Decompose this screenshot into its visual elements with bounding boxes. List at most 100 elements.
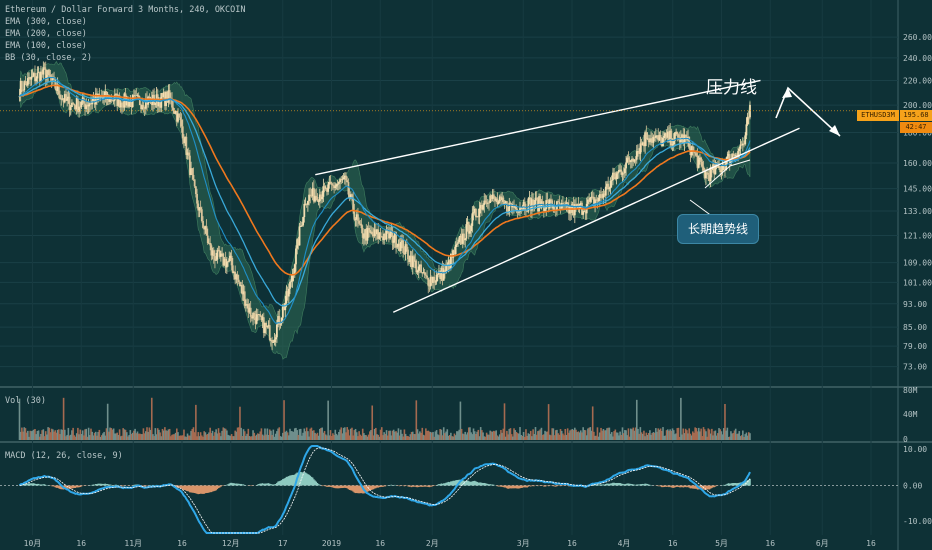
candle-body	[287, 288, 290, 297]
candle-body	[199, 207, 202, 210]
candle-body	[66, 98, 69, 101]
x-tick-label: 12月	[222, 539, 240, 548]
candle-body	[293, 264, 296, 274]
candle-body	[72, 102, 75, 104]
candle-body	[417, 266, 420, 271]
candle-body	[482, 204, 484, 210]
x-tick-label: 11月	[124, 539, 142, 548]
candle-body	[178, 113, 181, 118]
legend-bb[interactable]: BB (30, close, 2)	[5, 52, 246, 64]
volume-bar	[749, 433, 751, 440]
y-tick-label: 85.00	[903, 323, 927, 332]
candle-body	[672, 140, 675, 145]
candle-body	[615, 173, 618, 180]
candle-body	[455, 243, 458, 245]
candle-body	[399, 242, 402, 251]
candle-body	[180, 120, 183, 127]
candle-body	[523, 202, 526, 210]
candle-body	[694, 152, 697, 154]
candle-body	[20, 80, 23, 90]
macd-histogram-bar	[650, 484, 652, 486]
candle-body	[405, 244, 408, 250]
candle-body	[389, 233, 392, 239]
macd-histogram-bar	[122, 485, 124, 487]
volume-bar	[503, 403, 506, 440]
y-tick-label: 200.00	[903, 101, 932, 110]
candle-body	[517, 211, 520, 213]
candle-body	[714, 166, 717, 175]
y-tick-label: 101.00	[903, 278, 932, 287]
candle-body	[424, 274, 427, 276]
price-tag-value: 195.68	[900, 110, 932, 121]
candle-body	[361, 228, 364, 238]
candle-body	[595, 199, 598, 201]
candle-body	[589, 197, 592, 202]
volume-label[interactable]: Vol (30)	[5, 396, 46, 406]
candle-body	[59, 94, 61, 100]
candle-body	[192, 174, 195, 180]
candle-body	[128, 101, 131, 107]
x-tick-label: 10月	[24, 539, 42, 548]
candle-body	[317, 201, 320, 202]
candle-body	[316, 196, 319, 202]
legend-ema200[interactable]: EMA (200, close)	[5, 28, 246, 40]
x-tick-label: 16	[375, 539, 385, 548]
candle-body	[346, 180, 349, 183]
macd-histogram-bar	[319, 484, 321, 486]
y-tick-label: 73.00	[903, 363, 927, 372]
candle-body	[402, 240, 405, 253]
candle-body	[272, 342, 275, 343]
legend-title[interactable]: Ethereum / Dollar Forward 3 Months, 240,…	[5, 4, 246, 16]
candle-body	[697, 159, 700, 168]
candle-body	[659, 135, 662, 138]
candle-body	[327, 184, 330, 192]
x-tick-label: 16	[668, 539, 678, 548]
candle-body	[31, 76, 34, 78]
candle-body	[228, 258, 231, 262]
candle-body	[268, 325, 271, 341]
candle-body	[645, 132, 648, 140]
candle-body	[472, 212, 475, 214]
candle-body	[379, 232, 382, 237]
candle-body	[237, 279, 240, 283]
candle-body	[705, 172, 707, 179]
y-tick-label: 160.00	[903, 159, 932, 168]
candle-body	[484, 200, 487, 203]
candle-body	[209, 242, 212, 246]
candle-body	[732, 153, 735, 156]
candle-body	[274, 337, 277, 340]
candle-body	[415, 260, 418, 273]
candle-body	[273, 339, 276, 343]
candle-body	[416, 270, 419, 273]
candle-body	[87, 104, 90, 107]
candle-body	[613, 172, 616, 177]
x-tick-label: 16	[567, 539, 577, 548]
x-tick-label: 4月	[618, 539, 631, 548]
legend-ema300[interactable]: EMA (300, close)	[5, 16, 246, 28]
candle-body	[225, 261, 228, 268]
macd-label[interactable]: MACD (12, 26, close, 9)	[5, 451, 123, 461]
candle-body	[670, 130, 673, 146]
candle-body	[478, 208, 481, 218]
candle-body	[154, 102, 157, 106]
y-tick-label: 133.00	[903, 207, 932, 216]
candle-body	[352, 197, 355, 212]
candle-body	[609, 180, 612, 189]
candle-body	[142, 105, 145, 108]
candle-body	[35, 78, 38, 82]
candle-body	[357, 214, 359, 221]
candle-body	[26, 78, 29, 86]
candle-body	[302, 217, 305, 226]
candle-body	[358, 220, 361, 224]
legend-ema100[interactable]: EMA (100, close)	[5, 40, 246, 52]
candle-body	[271, 339, 274, 343]
candle-body	[187, 152, 190, 156]
candle-body	[335, 184, 338, 187]
candle-body	[194, 186, 197, 195]
candle-body	[191, 168, 194, 175]
candle-body	[426, 275, 428, 278]
candle-body	[360, 223, 363, 229]
candle-body	[436, 274, 439, 275]
candle-body	[266, 326, 269, 328]
candle-body	[464, 238, 467, 241]
